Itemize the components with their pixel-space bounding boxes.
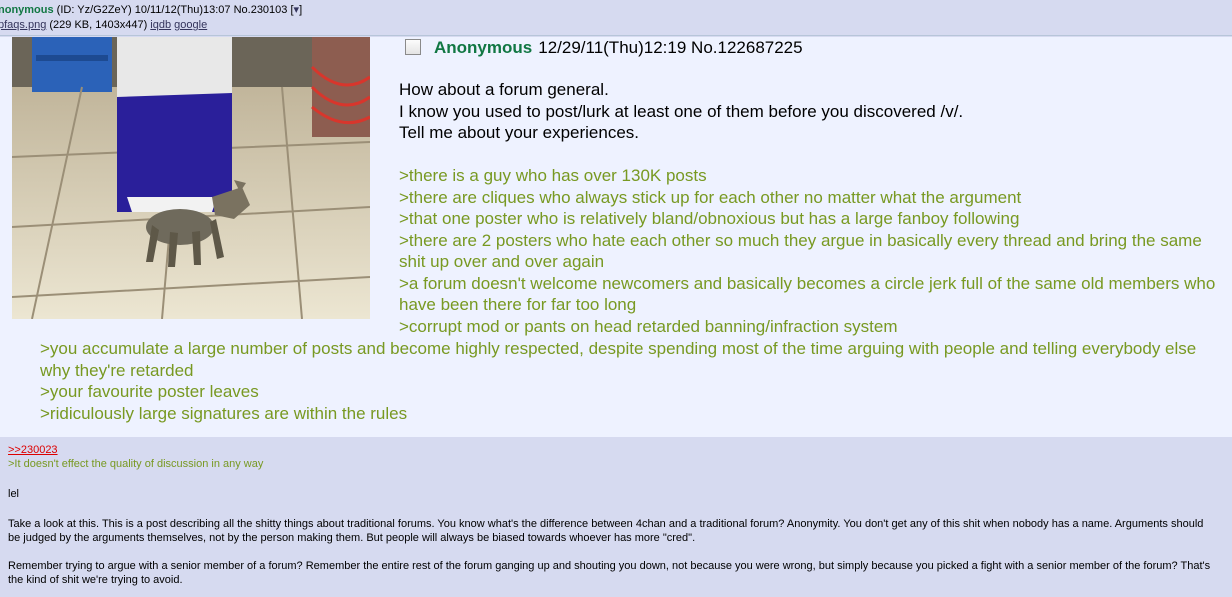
greentext-line: >there are 2 posters who hate each other… bbox=[399, 230, 1202, 272]
reply-paragraph: Remember trying to argue with a senior m… bbox=[8, 560, 1211, 586]
file-link[interactable]: pfaqs.png bbox=[0, 19, 46, 31]
embedded-post-date: 12/29/11(Thu)12:19 bbox=[538, 38, 687, 57]
file-details: (229 KB, 1403x447) bbox=[46, 19, 151, 31]
greentext-line: >your favourite poster leaves bbox=[40, 382, 259, 401]
reply-paragraph: lel bbox=[8, 488, 20, 500]
greentext-line: >there is a guy who has over 130K posts bbox=[399, 166, 707, 185]
post-header: nonymous (ID: Yz/G2ZeY) 10/11/12(Thu)13:… bbox=[0, 0, 1232, 37]
post-checkbox[interactable] bbox=[405, 39, 421, 55]
greentext-line: >that one poster who is relatively bland… bbox=[399, 209, 1020, 228]
greentext-line: >there are cliques who always stick up f… bbox=[399, 187, 1022, 207]
reply-paragraph: Take a look at this. This is a post desc… bbox=[8, 518, 1204, 544]
greentext-line: >corrupt mod or pants on head retarded b… bbox=[399, 316, 898, 336]
quote-link[interactable]: >>230023 bbox=[8, 443, 1218, 457]
greentext-line: >ridiculously large signatures are withi… bbox=[40, 403, 408, 423]
body-line: How about a forum general. bbox=[399, 80, 609, 99]
embedded-post-body: How about a forum general. I know you us… bbox=[399, 79, 1219, 337]
thumbnail-photo bbox=[11, 37, 371, 320]
post-info: nonymous (ID: Yz/G2ZeY) 10/11/12(Thu)13:… bbox=[0, 3, 302, 17]
iqdb-link[interactable]: iqdb bbox=[150, 19, 171, 31]
greentext-line: >It doesn't effect the quality of discus… bbox=[8, 458, 264, 470]
file-info: pfaqs.png (229 KB, 1403x447) iqdb google bbox=[0, 18, 207, 32]
greentext-line: >you accumulate a large number of posts … bbox=[40, 339, 1197, 380]
reply-body: >>230023 >It doesn't effect the quality … bbox=[8, 443, 1218, 587]
google-link[interactable]: google bbox=[174, 19, 207, 31]
post-meta: (ID: Yz/G2ZeY) 10/11/12(Thu)13:07 No.230… bbox=[53, 4, 294, 16]
body-line: I know you used to post/lurk at least on… bbox=[399, 101, 964, 121]
poster-name: nonymous bbox=[0, 4, 54, 16]
post-meta-end: ] bbox=[299, 4, 303, 16]
embedded-poster-name: Anonymous bbox=[434, 38, 533, 57]
thumbnail-image[interactable] bbox=[11, 37, 371, 320]
greentext-line: >a forum doesn't welcome newcomers and b… bbox=[399, 273, 1216, 315]
body-line: Tell me about your experiences. bbox=[399, 123, 640, 142]
header-divider bbox=[0, 35, 1232, 36]
embedded-screenshot: Anonymous 12/29/11(Thu)12:19 No.122687225… bbox=[0, 37, 1232, 437]
embedded-post-body-continued: >you accumulate a large number of posts … bbox=[40, 338, 1225, 424]
embedded-post-header: Anonymous 12/29/11(Thu)12:19 No.122687225 bbox=[405, 38, 803, 58]
embedded-post-number[interactable]: No.122687225 bbox=[691, 38, 803, 57]
